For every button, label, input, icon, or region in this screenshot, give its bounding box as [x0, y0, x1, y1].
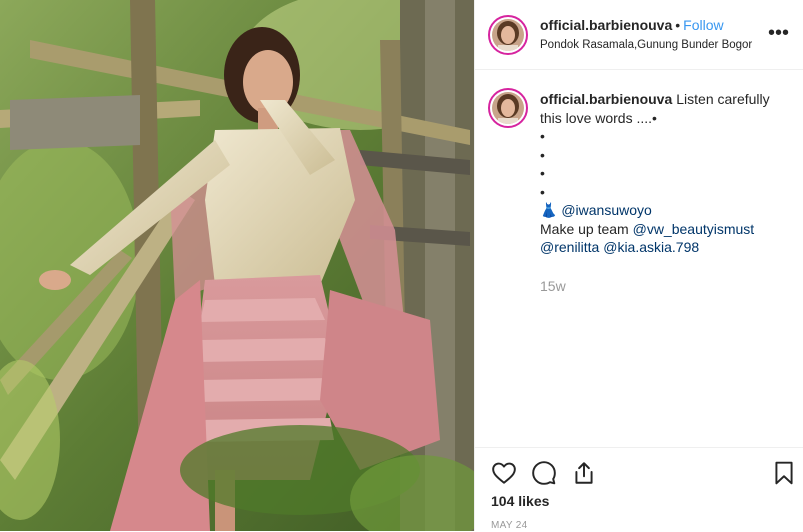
caption-bullet: • [540, 165, 545, 181]
post-header: official.barbienouva • Follow Pondok Rasam… [475, 0, 803, 70]
likes-count[interactable]: 104 likes [491, 493, 549, 509]
bookmark-icon[interactable] [771, 460, 797, 486]
more-options-icon[interactable]: ••• [768, 23, 789, 43]
header-text: official.barbienouva • Follow Pondok Rasam… [540, 16, 752, 52]
avatar-image [492, 92, 524, 124]
timestamp[interactable]: 15w [540, 277, 770, 296]
post-photo-image [0, 0, 474, 531]
caption-credit-line: 👗 @iwansuwoyo [540, 201, 770, 220]
post-date: MAY 24 [491, 520, 528, 531]
caption-makeup-line: Make up team @vw_beautyismust [540, 220, 770, 239]
makeup-label: Make up team [540, 220, 629, 237]
action-bar: 104 likes MAY 24 [475, 447, 803, 532]
caption-makeup-line-2: @renilitta @kia.askia.798 [540, 238, 770, 257]
separator-dot: • [675, 17, 681, 34]
avatar-image [492, 18, 524, 51]
mention-link[interactable]: @renilitta [540, 239, 599, 255]
location-link[interactable]: Pondok Rasamala,Gunung Bunder Bogor [540, 38, 752, 52]
username-link[interactable]: official.barbienouva [540, 17, 672, 33]
caption-bullet: • [540, 146, 545, 163]
share-icon[interactable] [571, 460, 597, 486]
post-side-panel: official.barbienouva • Follow Pondok Rasam… [474, 0, 803, 531]
mention-link[interactable]: @kia.askia.798 [603, 239, 699, 255]
follow-button[interactable]: Follow [683, 17, 723, 33]
caption-avatar-ring[interactable] [488, 88, 528, 128]
caption-text: official.barbienouva Listen carefully thi… [540, 90, 770, 295]
heart-icon[interactable] [491, 460, 517, 486]
caption-bullet: • [540, 128, 545, 144]
avatar [492, 92, 524, 124]
caption-comment: official.barbienouva Listen carefully thi… [475, 70, 803, 295]
dress-icon: 👗 [540, 202, 558, 218]
caption-bullet: • [540, 183, 545, 200]
mention-link[interactable]: @vw_beautyismust [633, 221, 755, 237]
post-photo[interactable] [0, 0, 474, 531]
instagram-post: official.barbienouva • Follow Pondok Rasam… [0, 0, 803, 531]
mention-link[interactable]: @iwansuwoyo [561, 202, 651, 218]
profile-avatar-ring[interactable] [488, 14, 528, 55]
comment-icon[interactable] [531, 460, 557, 486]
caption-username-link[interactable]: official.barbienouva [540, 91, 672, 107]
avatar [492, 18, 524, 51]
